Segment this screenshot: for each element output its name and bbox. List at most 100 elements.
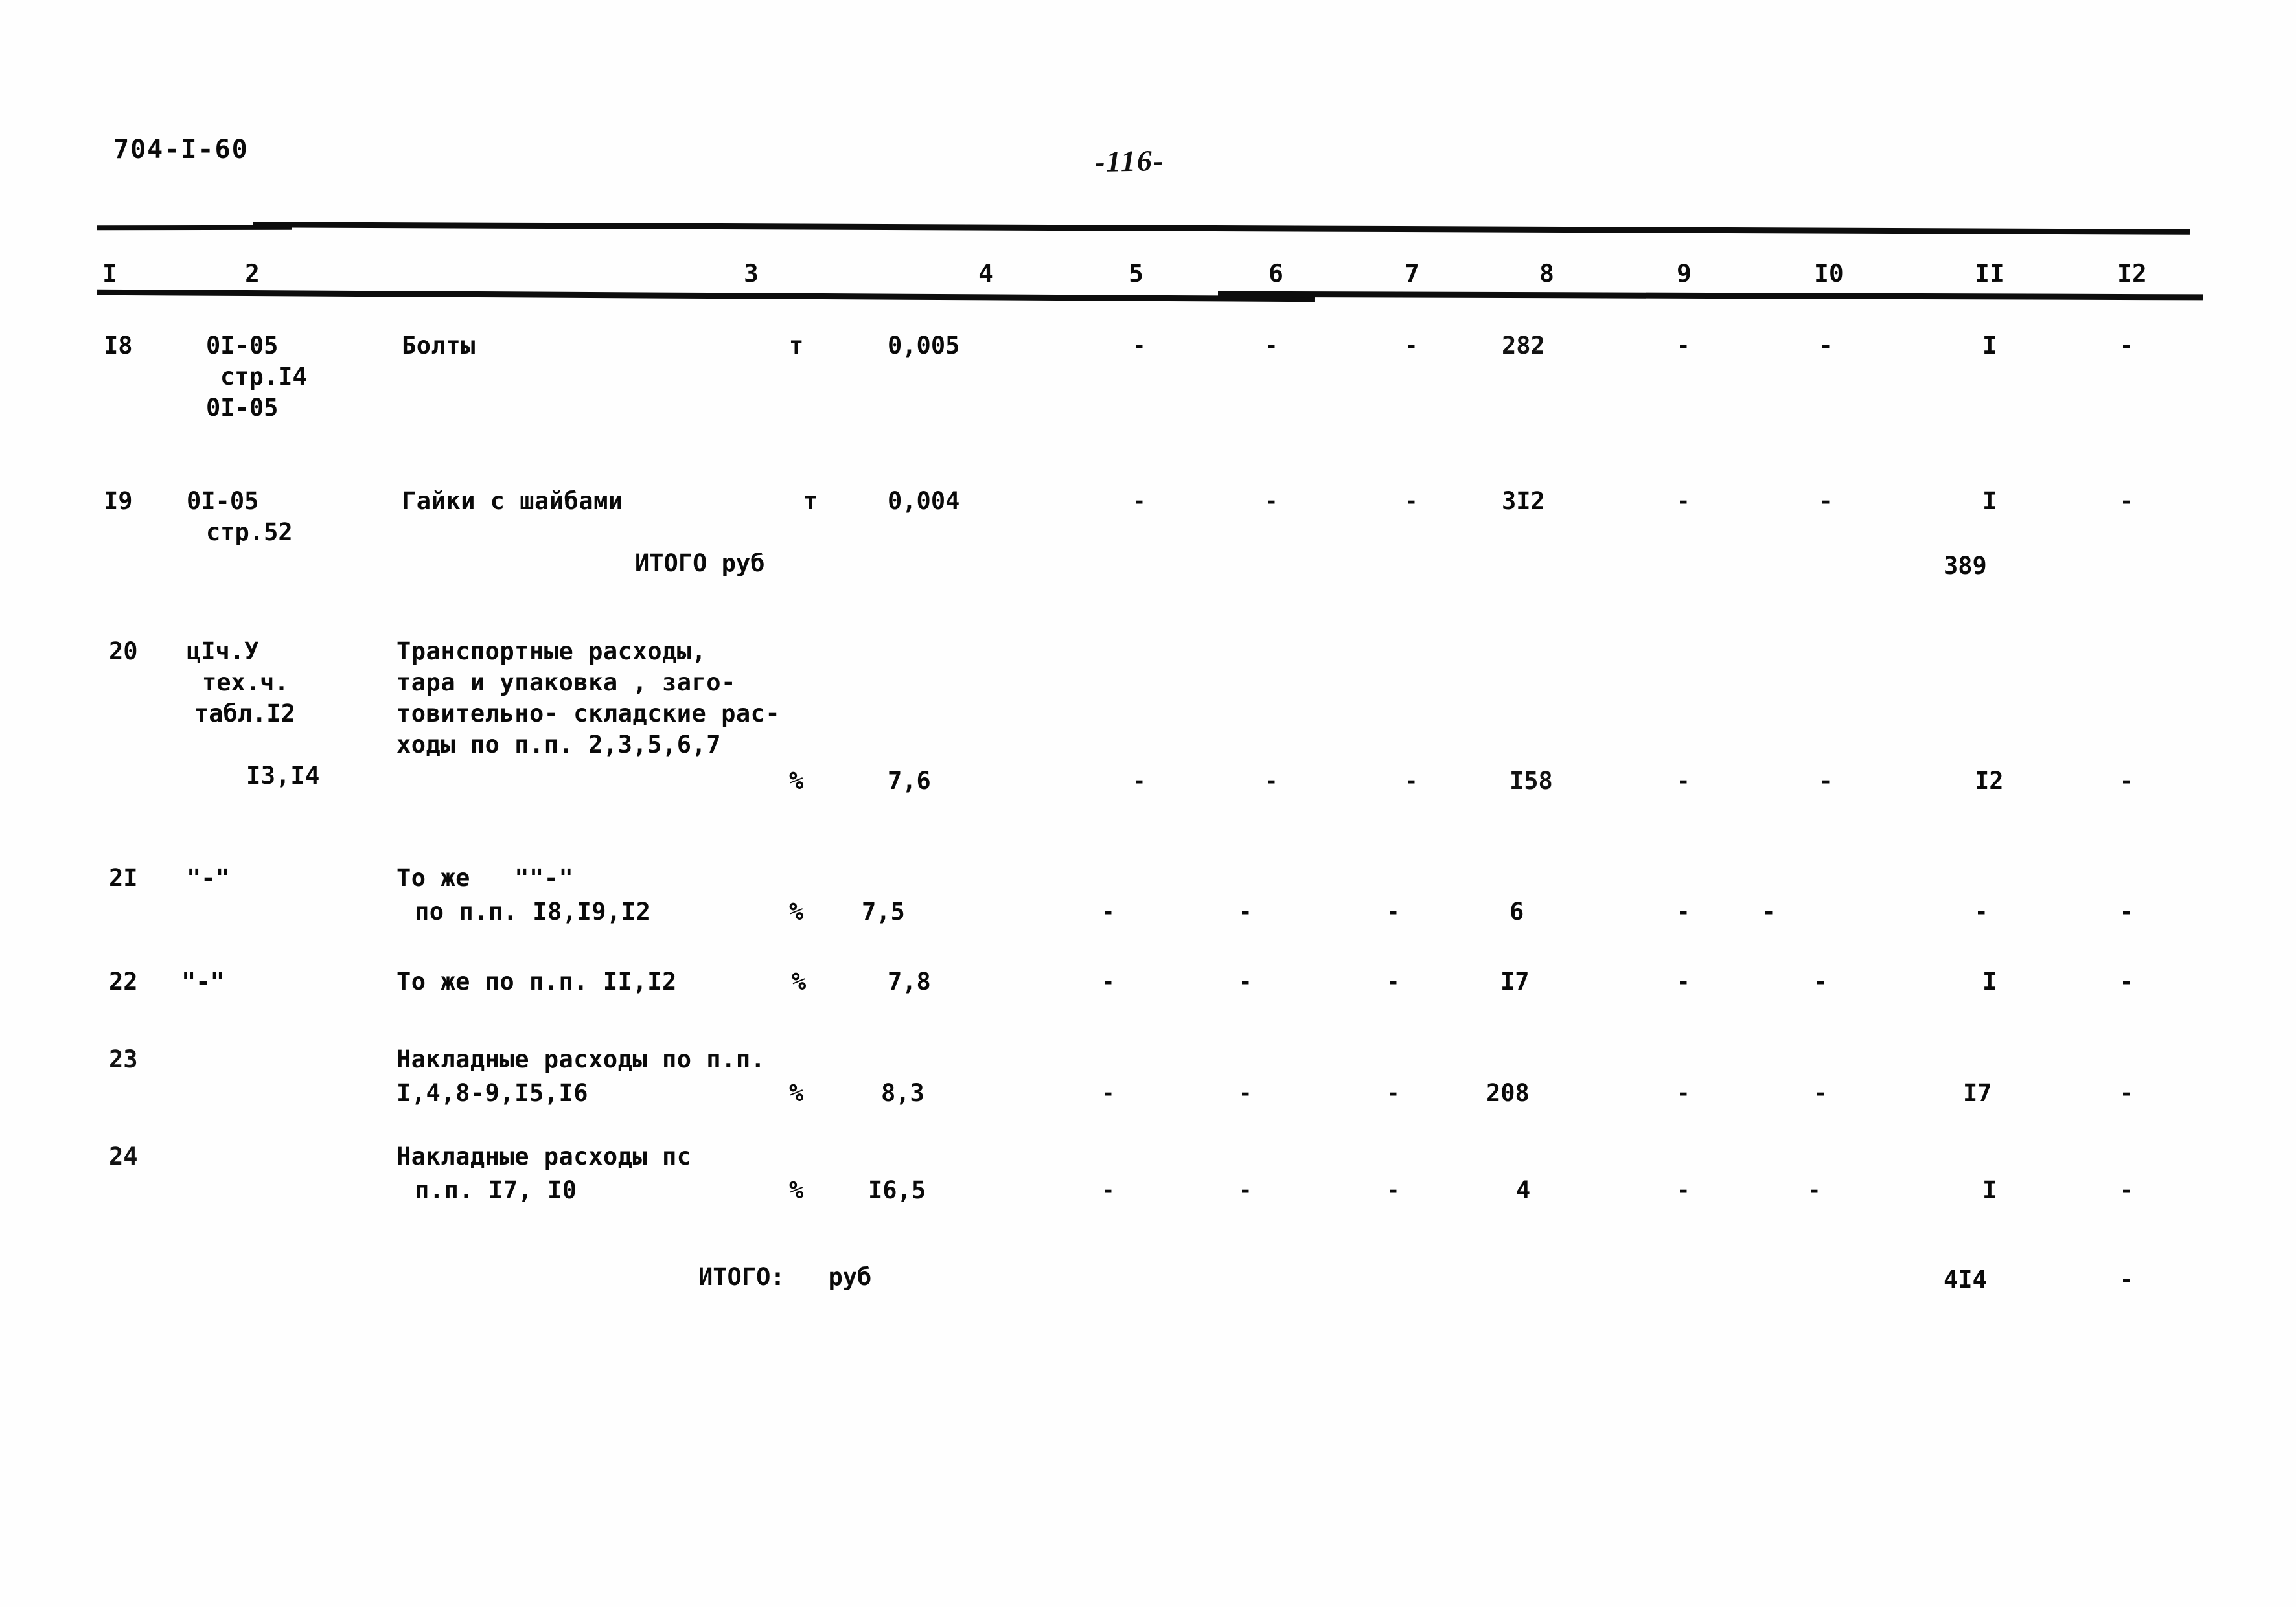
column-header-row: I 2 3 4 5 6 7 8 9 I0 II I2	[0, 259, 2296, 293]
row-col10: -	[1814, 969, 1828, 995]
row-col10: -	[1819, 333, 1833, 359]
row-description: тара и упаковка , заго-	[396, 668, 736, 696]
row-description: Болты	[402, 332, 476, 359]
row-number: I8	[104, 332, 133, 359]
row-col11: I	[1982, 968, 1997, 996]
row-ref-1: 0I-05	[187, 487, 259, 515]
column-header-8: 8	[1539, 258, 1555, 288]
row-qty: 7,8	[888, 968, 931, 996]
row-col7: -	[1386, 969, 1400, 995]
row-col9: -	[1677, 333, 1690, 359]
row-qty: 0,005	[888, 332, 960, 359]
row-qty: 0,004	[888, 487, 960, 515]
column-header-5: 5	[1128, 258, 1144, 288]
row-col8: 3I2	[1502, 487, 1545, 515]
row-unit: %	[789, 767, 804, 795]
row-description: по п.п. I8,I9,I2	[415, 898, 651, 926]
row-description: п.п. I7, I0	[415, 1176, 577, 1204]
grand-total-value: 4I4	[1944, 1266, 1987, 1294]
row-col8: 282	[1502, 332, 1545, 359]
row-col6: -	[1265, 333, 1278, 359]
row-col8: 4	[1516, 1176, 1531, 1204]
row-col12: -	[2120, 488, 2133, 514]
row-description: Транспортные расходы,	[396, 637, 707, 665]
row-number: 23	[109, 1045, 138, 1073]
row-unit: %	[789, 1176, 804, 1204]
row-qty: 8,3	[881, 1079, 924, 1107]
row-col8: 6	[1510, 898, 1524, 926]
row-col7: -	[1405, 333, 1418, 359]
row-col5: -	[1101, 899, 1115, 925]
subtotal-value: 389	[1944, 552, 1987, 580]
row-col5: -	[1132, 768, 1146, 794]
column-header-7: 7	[1404, 258, 1420, 288]
row-col11: I	[1982, 332, 1997, 359]
column-header-2: 2	[244, 258, 260, 288]
row-description: Накладные расходы пс	[396, 1143, 692, 1170]
row-col9: -	[1677, 1080, 1690, 1106]
row-col7: -	[1386, 1178, 1400, 1203]
row-col12: -	[2120, 1178, 2133, 1203]
row-col6: -	[1239, 1080, 1252, 1106]
row-col8: I7	[1500, 968, 1530, 996]
column-header-6: 6	[1268, 258, 1284, 288]
row-ditto-mark: "-"	[181, 968, 225, 996]
column-header-3: 3	[743, 258, 759, 288]
row-qty: I6,5	[868, 1176, 926, 1204]
row-col12: -	[2120, 1080, 2133, 1106]
document-code: 704-I-60	[113, 135, 249, 165]
row-col10: -	[1819, 488, 1833, 514]
row-description: I,4,8-9,I5,I6	[396, 1079, 589, 1107]
row-col6: -	[1265, 768, 1278, 794]
grand-total-trailing-dash: -	[2120, 1267, 2133, 1293]
row-col9: -	[1677, 488, 1690, 514]
row-col11: I7	[1963, 1079, 1992, 1107]
row-description: ходы по п.п. 2,3,5,6,7	[396, 731, 722, 758]
row-unit: т	[803, 487, 818, 515]
row-col7: -	[1386, 1080, 1400, 1106]
row-col6: -	[1265, 488, 1278, 514]
row-col11: I2	[1975, 767, 2004, 795]
row-col10: -	[1819, 768, 1833, 794]
row-col7: -	[1405, 488, 1418, 514]
row-col11: I	[1982, 487, 1997, 515]
row-col5: -	[1132, 488, 1146, 514]
row-ref-2: стр.52	[206, 518, 293, 546]
grand-total-label: ИТОГО: руб	[698, 1263, 872, 1291]
page-number: -116-	[1094, 143, 1165, 179]
row-ref-1: 0I-05	[206, 332, 279, 359]
row-col12: -	[2120, 333, 2133, 359]
row-unit: %	[789, 898, 804, 926]
row-number: 20	[109, 637, 138, 665]
column-header-12: I2	[2117, 258, 2147, 288]
column-header-1: I	[102, 258, 118, 288]
row-col11: I	[1982, 1176, 1997, 1204]
row-unit: %	[792, 968, 807, 996]
row-unit: т	[789, 332, 804, 359]
row-col10: -	[1762, 899, 1776, 925]
row-ditto-mark: "-"	[187, 864, 230, 892]
row-description: То же ""-"	[396, 864, 574, 892]
row-col6: -	[1239, 1178, 1252, 1203]
row-number: I9	[104, 487, 133, 515]
row-col12: -	[2120, 969, 2133, 995]
row-description: I3,I4	[246, 762, 320, 790]
column-header-9: 9	[1676, 258, 1692, 288]
row-ref-1: цIч.У	[187, 637, 259, 665]
row-number: 24	[109, 1143, 138, 1170]
row-number: 2I	[109, 864, 138, 892]
row-col5: -	[1101, 969, 1115, 995]
row-col12: -	[2120, 899, 2133, 925]
subtotal-label: ИТОГО руб	[635, 549, 765, 577]
row-unit: %	[789, 1079, 804, 1107]
row-col10: -	[1808, 1178, 1821, 1203]
row-ref-3: 0I-05	[206, 394, 279, 422]
top-rule-right	[252, 222, 2190, 235]
row-description: товительно- складские рас-	[396, 700, 781, 727]
row-col5: -	[1101, 1080, 1115, 1106]
column-header-4: 4	[978, 258, 994, 288]
row-col5: -	[1132, 333, 1146, 359]
row-col9: -	[1677, 768, 1690, 794]
row-qty: 7,6	[888, 767, 931, 795]
row-col12: -	[2120, 768, 2133, 794]
